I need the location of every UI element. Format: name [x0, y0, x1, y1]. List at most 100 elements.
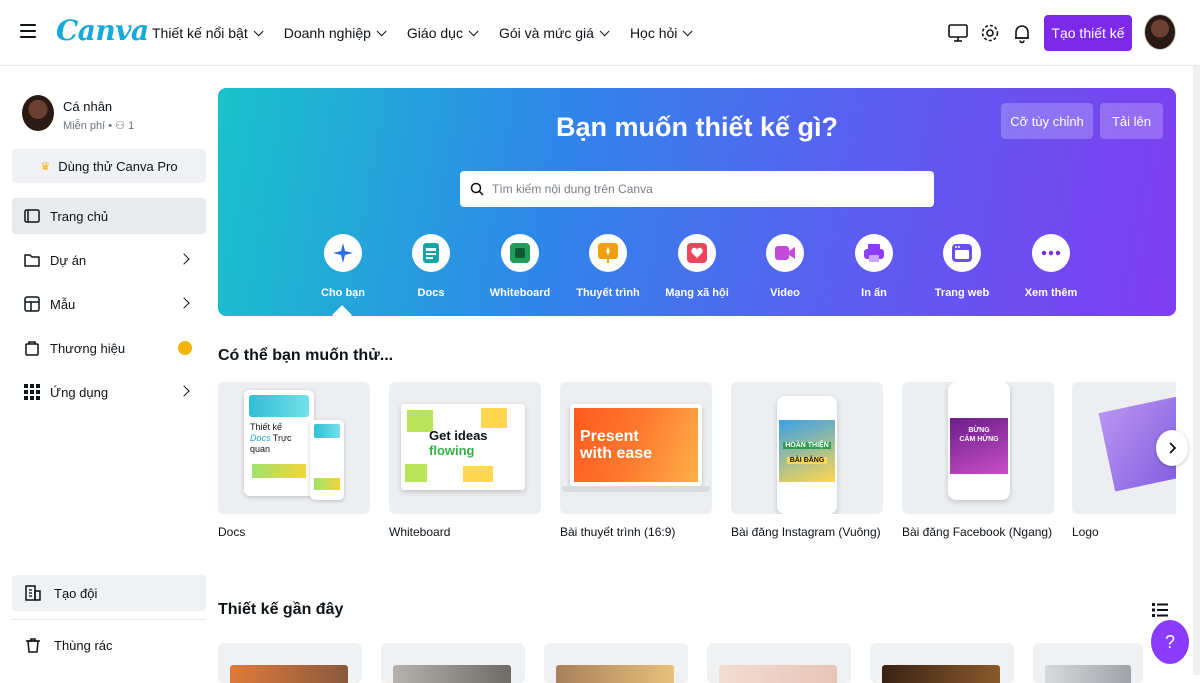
trash-button[interactable]: Thùng rác — [12, 627, 206, 663]
list-view-icon[interactable] — [1152, 602, 1168, 618]
post-line: BÀI ĐĂNG — [786, 457, 828, 464]
design-thumbnail — [393, 665, 511, 683]
design-thumbnail — [556, 665, 674, 683]
brand-icon — [22, 339, 42, 357]
card-label: Bài đăng Facebook (Ngang) — [902, 525, 1053, 539]
category-icon-bg — [678, 234, 716, 272]
selected-category-pointer — [332, 305, 352, 316]
search-bar[interactable] — [460, 171, 934, 207]
card-thumbnail: Get ideas flowing — [389, 382, 541, 514]
whiteboard-frame: Get ideas flowing — [401, 404, 525, 490]
category-social-media[interactable]: Mạng xã hội — [652, 234, 742, 299]
category-docs[interactable]: Docs — [386, 234, 476, 299]
sidebar-item-label: Thương hiệu — [50, 340, 126, 356]
nav-business[interactable]: Doanh nghiệp — [284, 25, 387, 41]
sticky-note — [405, 464, 427, 482]
doc-chart — [252, 464, 306, 478]
more-icon — [1041, 250, 1061, 256]
carousel-next-button[interactable] — [1156, 430, 1188, 466]
doc-chart — [314, 478, 340, 490]
desktop-app-icon[interactable] — [947, 22, 969, 44]
scrollbar[interactable] — [1193, 66, 1200, 675]
nav-pricing[interactable]: Gói và mức giá — [499, 25, 610, 41]
recent-design-card[interactable] — [870, 643, 1014, 683]
avatar[interactable] — [1144, 14, 1176, 50]
recent-designs-title: Thiết kế gần đây — [218, 601, 344, 618]
category-website[interactable]: Trang web — [917, 234, 1007, 299]
card-thumbnail: HOÀN THIỆN BÀI ĐĂNG — [731, 382, 883, 514]
help-button[interactable]: ? — [1151, 620, 1189, 664]
recent-design-card[interactable] — [707, 643, 851, 683]
printer-icon — [864, 244, 884, 262]
category-icon-bg — [943, 234, 981, 272]
suggestion-card-instagram[interactable]: HOÀN THIỆN BÀI ĐĂNG Bài đăng Instagram (V… — [731, 382, 883, 539]
question-icon: ? — [1164, 631, 1175, 652]
category-label: In ấn — [861, 287, 887, 299]
suggestion-card-presentation[interactable]: Present with ease Bài thuyết trình (16:9) — [560, 382, 712, 539]
category-more[interactable]: Xem thêm — [1006, 234, 1096, 299]
sidebar-item-label: Mẫu — [50, 296, 76, 312]
category-whiteboard[interactable]: Whiteboard — [475, 234, 565, 299]
recent-design-card[interactable] — [544, 643, 688, 683]
sidebar-item-home[interactable]: Trang chủ — [12, 198, 206, 234]
website-icon — [952, 244, 972, 262]
create-design-button[interactable]: Tạo thiết kế — [1044, 15, 1132, 51]
suggestion-card-facebook[interactable]: BỪNG CẢM HỨNG Bài đăng Facebook (Ngang) — [902, 382, 1054, 539]
trash-icon — [24, 636, 44, 654]
card-label: Docs — [218, 525, 246, 539]
nav-featured[interactable]: Thiết kế nổi bật — [152, 25, 264, 41]
sidebar-item-projects[interactable]: Dự án — [12, 242, 206, 278]
member-count: 1 — [128, 120, 135, 132]
avatar — [22, 95, 54, 131]
bell-icon[interactable] — [1011, 22, 1033, 44]
docs-icon — [423, 243, 439, 263]
sidebar-item-label: Trang chủ — [50, 208, 109, 224]
create-team-button[interactable]: Tạo đội — [12, 575, 206, 611]
chevron-down-icon — [253, 25, 264, 36]
card-label: Logo — [1072, 525, 1099, 539]
recent-design-card[interactable] — [381, 643, 525, 683]
post-line: HOÀN THIỆN — [783, 442, 831, 449]
card-thumbnail: BỪNG CẢM HỨNG — [902, 382, 1054, 514]
nav-label: Học hỏi — [629, 25, 678, 41]
sidebar-item-brand[interactable]: Thương hiệu — [12, 330, 206, 366]
custom-size-button[interactable]: Cỡ tùy chỉnh — [1001, 103, 1093, 139]
search-input[interactable] — [492, 182, 912, 196]
category-presentation[interactable]: Thuyết trình — [563, 234, 653, 299]
category-label: Xem thêm — [1024, 287, 1078, 299]
design-thumbnail — [1045, 665, 1131, 683]
chevron-down-icon — [683, 25, 693, 36]
whiteboard-text: Get ideas flowing — [429, 428, 488, 458]
crown-icon — [178, 341, 192, 355]
apps-grid-icon — [22, 384, 42, 400]
nav-learn[interactable]: Học hỏi — [629, 25, 693, 41]
recent-design-card[interactable] — [218, 643, 362, 683]
try-pro-button[interactable]: ♛ Dùng thử Canva Pro — [12, 149, 206, 183]
top-bar: Canva Thiết kế nổi bật Doanh nghiệp Giáo… — [0, 0, 1200, 66]
nav-education[interactable]: Giáo dục — [407, 25, 479, 41]
category-video[interactable]: Video — [740, 234, 830, 299]
suggestion-card-whiteboard[interactable]: Get ideas flowing Whiteboard — [389, 382, 541, 539]
slide-text: Present with ease — [580, 428, 652, 462]
phone-mockup: BỪNG CẢM HỨNG — [948, 382, 1010, 500]
sidebar-item-templates[interactable]: Mẫu — [12, 286, 206, 322]
category-print[interactable]: In ấn — [829, 234, 919, 299]
post-image: HOÀN THIỆN BÀI ĐĂNG — [779, 420, 835, 482]
video-icon — [775, 246, 795, 260]
category-icon-bg — [766, 234, 804, 272]
laptop-screen: Present with ease — [570, 404, 702, 486]
menu-icon[interactable] — [20, 24, 36, 40]
category-for-you[interactable]: Cho bạn — [298, 234, 388, 299]
sticky-note — [463, 466, 493, 482]
chevron-down-icon — [599, 25, 610, 36]
chevron-right-icon — [178, 253, 190, 265]
sidebar-item-apps[interactable]: Ứng dụng — [12, 374, 206, 410]
recent-design-card[interactable] — [1033, 643, 1143, 683]
suggestion-card-docs[interactable]: Thiết kế Docs Trực quan Docs — [218, 382, 370, 539]
sticky-note — [481, 408, 507, 428]
create-team-label: Tạo đội — [54, 585, 98, 601]
canva-logo[interactable]: Canva — [56, 14, 149, 47]
category-label: Mạng xã hội — [665, 287, 729, 299]
upload-button[interactable]: Tải lên — [1100, 103, 1163, 139]
gear-icon[interactable] — [979, 22, 1001, 44]
